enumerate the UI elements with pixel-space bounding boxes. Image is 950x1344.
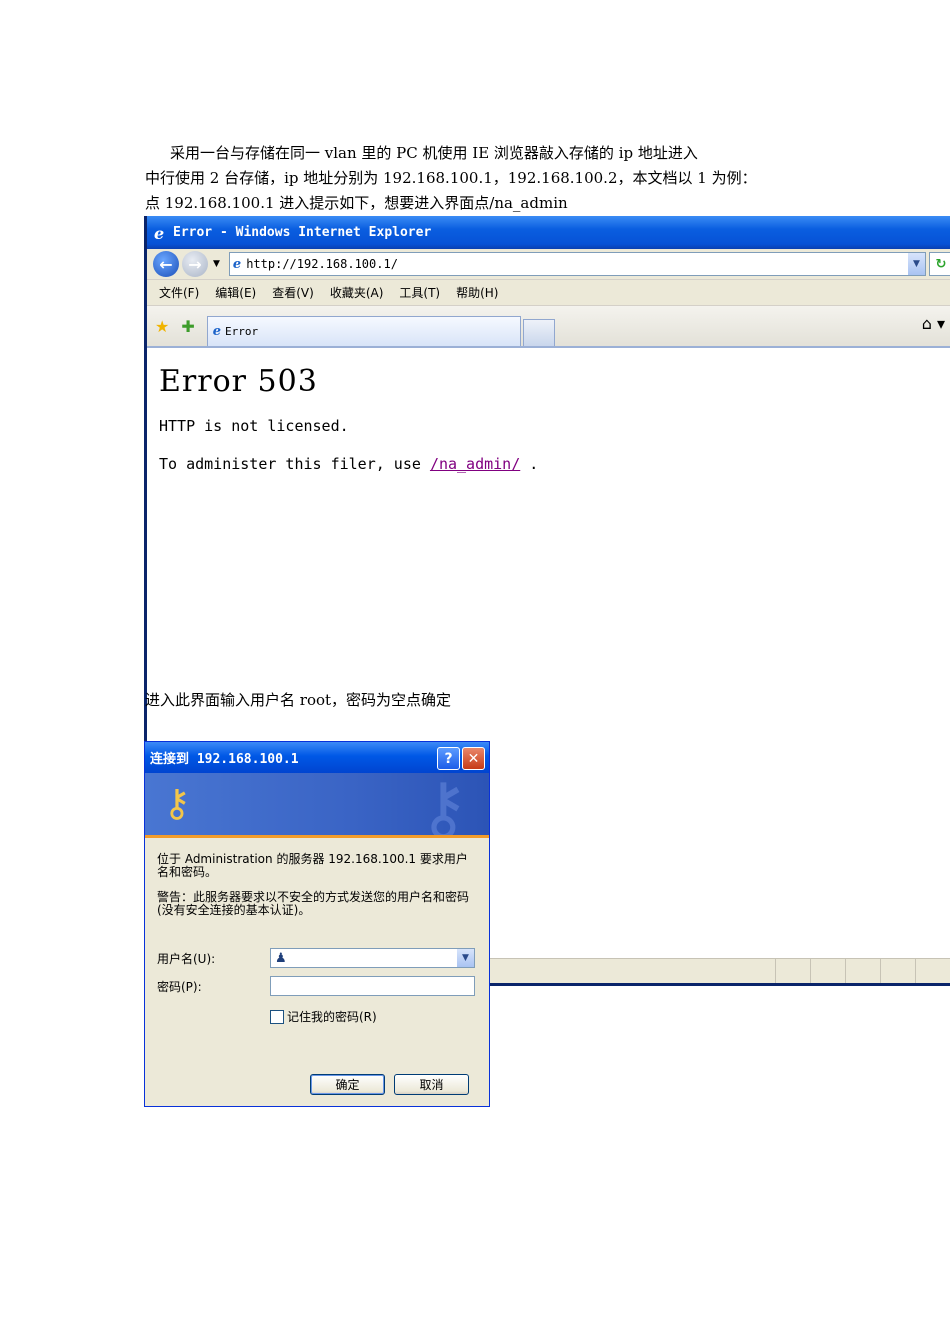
- password-row: 密码(P):: [157, 976, 475, 996]
- dialog-titlebar: 连接到 192.168.100.1 ? ✕: [145, 742, 489, 773]
- back-arrow-icon: ←: [159, 254, 173, 274]
- error-line-2-prefix: To administer this filer, use: [159, 455, 421, 473]
- forward-button[interactable]: →: [182, 251, 208, 277]
- user-icon: ♟: [275, 950, 287, 966]
- close-button[interactable]: ✕: [462, 747, 485, 770]
- username-dropdown-icon[interactable]: ▼: [457, 949, 474, 967]
- remember-password-row: 记住我的密码(R): [270, 1008, 377, 1025]
- refresh-icon: ↻: [935, 256, 947, 272]
- help-button[interactable]: ?: [437, 747, 460, 770]
- remember-checkbox[interactable]: [270, 1009, 284, 1024]
- menu-bar: 文件(F) 编辑(E) 查看(V) 收藏夹(A) 工具(T) 帮助(H): [147, 280, 950, 306]
- page-content: Error 503 HTTP is not licensed. To admin…: [147, 348, 950, 507]
- new-tab-button[interactable]: [522, 319, 555, 346]
- status-segment: [845, 959, 880, 983]
- refresh-button[interactable]: ↻: [929, 252, 950, 276]
- tab-label: Error: [225, 325, 259, 338]
- status-segment: [810, 959, 845, 983]
- status-segment: [915, 959, 950, 983]
- forward-arrow-icon: →: [188, 254, 202, 274]
- password-field[interactable]: [270, 976, 475, 996]
- menu-favorites[interactable]: 收藏夹(A): [330, 284, 384, 301]
- status-segment: [775, 959, 810, 983]
- username-label: 用户名(U):: [157, 951, 216, 966]
- banner-watermark-icon: ⚷: [417, 773, 469, 838]
- history-dropdown-icon[interactable]: ▼: [213, 259, 220, 269]
- error-line-2-suffix: .: [529, 455, 539, 473]
- tab-error[interactable]: e Error: [206, 316, 521, 346]
- error-line-2: To administer this filer, use /na_admin/…: [159, 455, 941, 473]
- menu-help[interactable]: 帮助(H): [456, 284, 498, 301]
- doc-paragraph-3: 点 192.168.100.1 进入提示如下，想要进入界面点/na_admin: [145, 194, 568, 212]
- remember-label: 记住我的密码(R): [287, 1010, 377, 1024]
- dialog-message: 位于 Administration 的服务器 192.168.100.1 要求用…: [157, 852, 468, 879]
- password-label: 密码(P):: [157, 979, 202, 994]
- doc-paragraph-1: 采用一台与存储在同一 vlan 里的 PC 机使用 IE 浏览器敲入存储的 ip…: [170, 144, 698, 162]
- dialog-buttons: 确定 取消: [310, 1074, 469, 1095]
- username-row: 用户名(U): ♟ ▼: [157, 948, 475, 968]
- error-line-1: HTTP is not licensed.: [159, 417, 349, 435]
- svg-text:e: e: [154, 225, 164, 241]
- na-admin-link[interactable]: /na_admin/: [430, 455, 520, 473]
- url-dropdown-icon[interactable]: ▼: [908, 253, 925, 275]
- error-heading: Error 503: [159, 364, 318, 399]
- doc-paragraph-4: 进入此界面输入用户名 root，密码为空点确定: [145, 691, 452, 709]
- dialog-banner: ⚷ ⚷: [145, 773, 489, 838]
- dialog-title: 连接到 192.168.100.1: [150, 752, 299, 767]
- doc-paragraph-2: 中行使用 2 台存储，ip 地址分别为 192.168.100.1，192.16…: [145, 169, 757, 187]
- login-dialog: 连接到 192.168.100.1 ? ✕ ⚷ ⚷ 位于 Administrat…: [144, 741, 490, 1107]
- back-button[interactable]: ←: [153, 251, 179, 277]
- status-segment: [880, 959, 915, 983]
- dialog-warning: 警告：此服务器要求以不安全的方式发送您的用户名和密码(没有安全连接的基本认证)。: [157, 890, 470, 917]
- menu-tools[interactable]: 工具(T): [399, 284, 440, 301]
- tab-bar: ★ ✚ e Error ⌂ ▾: [147, 306, 950, 348]
- address-bar: ← → ▼ e http://192.168.100.1/ ▼ ↻: [147, 249, 950, 280]
- favorites-star-icon[interactable]: ★: [155, 317, 169, 336]
- page-icon: e: [232, 256, 242, 272]
- browser-titlebar: e Error - Windows Internet Explorer: [147, 216, 950, 249]
- dialog-body: 位于 Administration 的服务器 192.168.100.1 要求用…: [145, 838, 489, 1123]
- ie-icon: e: [153, 225, 169, 241]
- tab-page-icon: e: [212, 324, 222, 339]
- keys-icon: ⚷: [163, 781, 191, 825]
- url-input[interactable]: e http://192.168.100.1/ ▼: [228, 252, 926, 276]
- menu-edit[interactable]: 编辑(E): [215, 284, 256, 301]
- add-favorite-icon[interactable]: ✚: [181, 317, 194, 336]
- menu-file[interactable]: 文件(F): [159, 284, 199, 301]
- username-field[interactable]: ♟ ▼: [270, 948, 475, 968]
- ok-button[interactable]: 确定: [310, 1074, 385, 1095]
- url-text: http://192.168.100.1/: [246, 257, 398, 271]
- cancel-button[interactable]: 取消: [394, 1074, 469, 1095]
- browser-title: Error - Windows Internet Explorer: [173, 225, 432, 240]
- menu-view[interactable]: 查看(V): [272, 284, 314, 301]
- home-icon[interactable]: ⌂ ▾: [922, 314, 945, 333]
